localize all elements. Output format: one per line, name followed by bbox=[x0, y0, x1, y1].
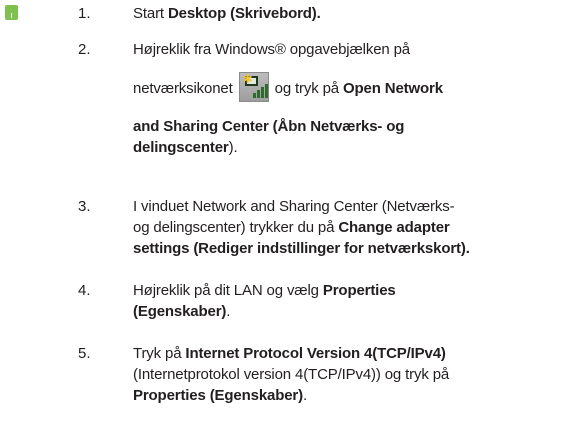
signal-bars-icon bbox=[252, 84, 268, 99]
bold-text-span: Open Network bbox=[343, 80, 443, 97]
document-page: 1. Start Desktop (Skrivebord). 2. Højrek… bbox=[0, 0, 569, 421]
step-line: Højreklik på dit LAN og vælg Properties bbox=[133, 280, 563, 301]
text-span: Start bbox=[133, 5, 168, 22]
bold-text-span: Internet Protocol Version 4(TCP/IPv4) bbox=[185, 345, 446, 362]
text-span: ). bbox=[228, 139, 238, 156]
step-number: 2. bbox=[78, 41, 91, 58]
text-span: Højreklik på dit LAN og vælg bbox=[133, 282, 323, 299]
network-tray-icon: ✱ bbox=[238, 72, 269, 103]
step-text: Tryk på Internet Protocol Version 4(TCP/… bbox=[133, 343, 563, 406]
bold-text-span: delingscenter bbox=[133, 139, 229, 156]
step-number: 4. bbox=[78, 282, 91, 299]
chapter-marker-tab bbox=[5, 5, 18, 20]
text-span: og delingscenter) trykker du på bbox=[133, 219, 339, 236]
bold-text-span: Properties bbox=[322, 282, 396, 299]
bold-text-span: Change adapter bbox=[338, 219, 450, 236]
step-text: Højreklik på dit LAN og vælg Properties … bbox=[133, 280, 563, 322]
step-line: netværksikonet ✱ og tryk på Open Network bbox=[133, 72, 563, 104]
step-line: Tryk på Internet Protocol Version 4(TCP/… bbox=[133, 343, 563, 364]
text-span: . bbox=[226, 303, 231, 320]
text-span: . bbox=[302, 387, 307, 404]
step-number: 1. bbox=[78, 5, 91, 22]
step-text: I vinduet Network and Sharing Center (Ne… bbox=[133, 196, 563, 259]
step-line: delingscenter). bbox=[133, 137, 563, 158]
step-line: I vinduet Network and Sharing Center (Ne… bbox=[133, 198, 455, 215]
step-line: (Egenskaber). bbox=[133, 301, 563, 322]
step-line: (Internetprotokol version 4(TCP/IPv4)) o… bbox=[133, 366, 450, 383]
text-span: netværksikonet bbox=[133, 80, 233, 97]
step-line: og delingscenter) trykker du på Change a… bbox=[133, 217, 563, 238]
bold-text-span: (Egenskaber) bbox=[133, 303, 227, 320]
step-number: 3. bbox=[78, 198, 91, 215]
step-line: Properties (Egenskaber). bbox=[133, 385, 563, 406]
text-span: og tryk på bbox=[274, 80, 344, 97]
warning-star-icon: ✱ bbox=[242, 72, 253, 87]
step-line: Start Desktop (Skrivebord). bbox=[133, 3, 563, 24]
bold-text-span: Desktop (Skrivebord). bbox=[167, 5, 321, 22]
step-text: Højreklik fra Windows® opgavebjælken på … bbox=[133, 39, 563, 158]
chapter-marker-tick bbox=[11, 13, 12, 18]
step-text: Start Desktop (Skrivebord). bbox=[133, 3, 563, 24]
step-number: 5. bbox=[78, 345, 91, 362]
step-line: and Sharing Center (Åbn Netværks- og bbox=[133, 118, 405, 135]
step-line: Højreklik fra Windows® opgavebjælken på bbox=[133, 41, 410, 58]
text-span: Tryk på bbox=[133, 345, 186, 362]
bold-text-span: Properties (Egenskaber) bbox=[133, 387, 303, 404]
step-line: settings (Rediger indstillinger for netv… bbox=[133, 240, 470, 257]
